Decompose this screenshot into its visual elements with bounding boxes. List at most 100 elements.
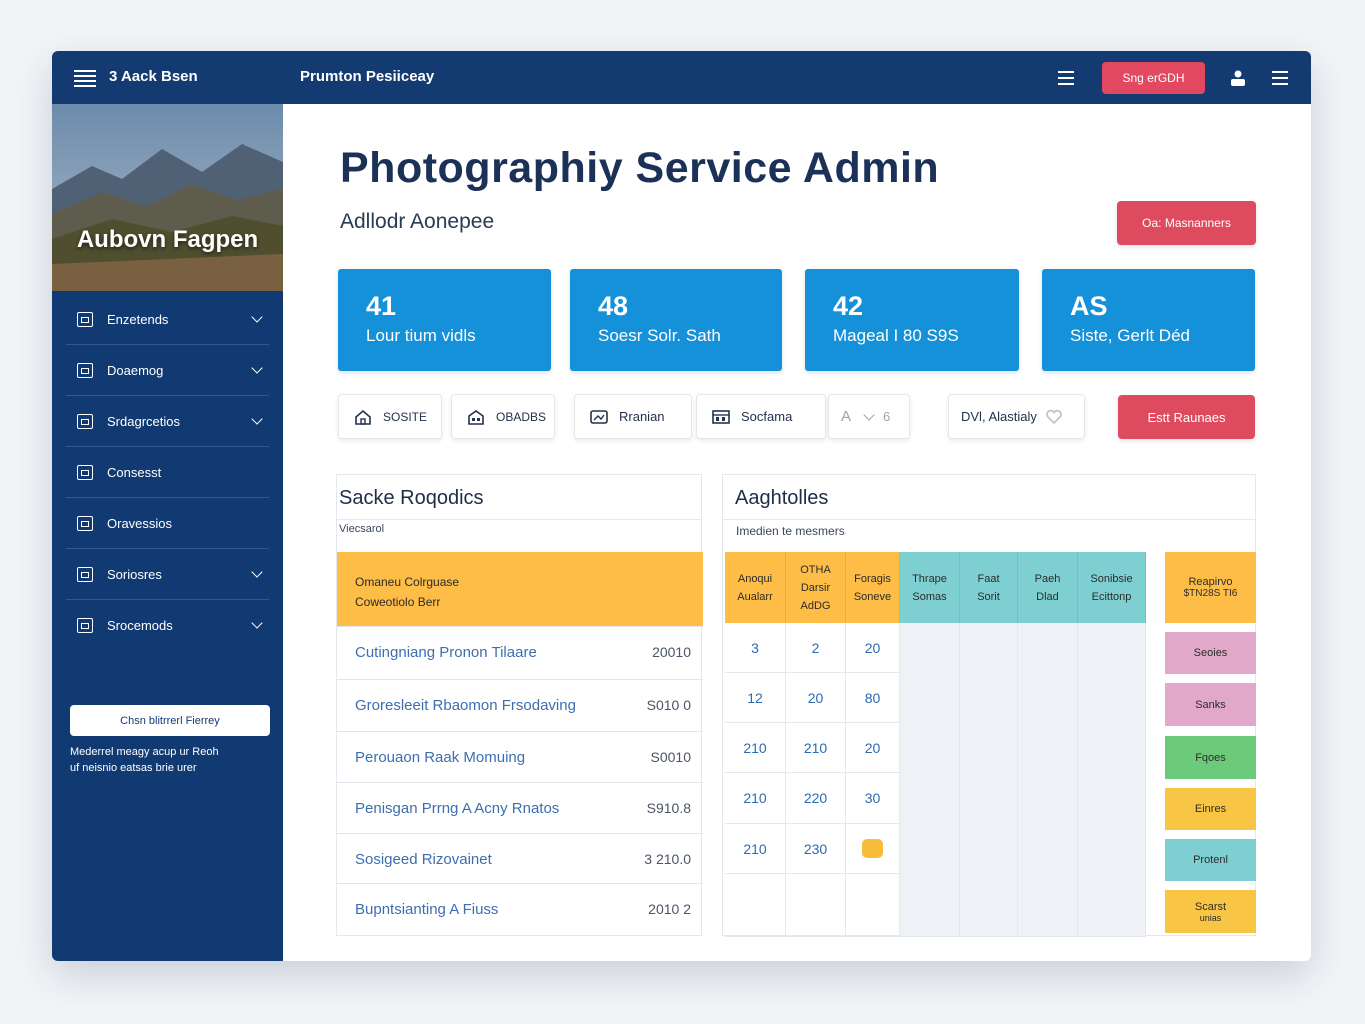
- grid-cell[interactable]: 230: [786, 824, 846, 874]
- tag-badge[interactable]: Fqoes: [1165, 736, 1256, 779]
- filter-chip-socfama[interactable]: Socfama: [696, 394, 826, 439]
- sidebar-item-1[interactable]: Enzetends: [66, 294, 269, 345]
- grid-cell[interactable]: [846, 874, 900, 937]
- grid-cell[interactable]: 80: [846, 673, 900, 723]
- sidebar-item-3[interactable]: Srdagrcetios: [66, 396, 269, 447]
- row-amount: 20010: [652, 644, 691, 660]
- sidebar-item-6[interactable]: Soriosres: [66, 549, 269, 600]
- more-menu-icon[interactable]: [1272, 71, 1288, 85]
- grid-column-empty[interactable]: [1018, 623, 1078, 937]
- row-amount: 3 210.0: [644, 851, 691, 867]
- stat-label: Soesr Solr. Sath: [598, 326, 721, 345]
- sidebar-item-label: Consesst: [107, 464, 162, 480]
- grid-cell[interactable]: [786, 874, 846, 937]
- sidebar-item-4[interactable]: Consesst: [66, 447, 269, 498]
- table-header-line: Coweotiolo Berr: [355, 595, 441, 609]
- nav-item-icon: [77, 311, 93, 327]
- top-bar: 3 Aack Bsen Prumton Pesiiceay Sng erGDH: [52, 51, 1311, 104]
- grid-cell[interactable]: 30: [846, 773, 900, 824]
- stat-card-4[interactable]: AS Siste, Gerlt Déd: [1042, 269, 1255, 371]
- row-amount: S0010: [650, 749, 691, 765]
- grid-cell[interactable]: 210: [725, 824, 786, 874]
- panel-title: Aaghtolles: [735, 487, 829, 509]
- table-row[interactable]: Sosigeed Rizovainet 3 210.0: [337, 833, 703, 884]
- stat-card-3[interactable]: 42 Mageal I 80 S9S: [805, 269, 1019, 371]
- save-button[interactable]: Estt Raunaes: [1118, 395, 1255, 439]
- table-row[interactable]: Bupntsianting A Fiuss 2010 2: [337, 883, 703, 934]
- sidebar-item-2[interactable]: Doaemog: [66, 345, 269, 396]
- tag-line: $TN28S TI6: [1183, 588, 1238, 599]
- app-brand[interactable]: 3 Aack Bsen: [109, 68, 198, 85]
- stat-card-2[interactable]: 48 Soesr Solr. Sath: [570, 269, 782, 371]
- status-marker: [862, 839, 883, 858]
- tag-badge[interactable]: Reapirvo $TN28S TI6: [1165, 552, 1256, 623]
- stat-label: Mageal I 80 S9S: [833, 326, 959, 345]
- filter-chip-sort[interactable]: A 6: [828, 394, 910, 439]
- tag-badge[interactable]: Sanks: [1165, 683, 1256, 726]
- grid-header[interactable]: OTHA Darsir AdDG: [786, 552, 846, 623]
- table-row[interactable]: Perouaon Raak Momuing S0010: [337, 731, 703, 782]
- nav-item-icon: [77, 362, 93, 378]
- grid-cell[interactable]: [846, 824, 900, 874]
- sidebar-note-line: Mederrel meagy acup ur Reoh: [70, 746, 219, 758]
- sidebar-item-7[interactable]: Srocemods: [66, 600, 269, 651]
- chip-label: DVl, Alastialy: [961, 409, 1037, 424]
- grid-header[interactable]: Faat Sorit: [960, 552, 1018, 623]
- grid-column-empty[interactable]: [1078, 623, 1146, 937]
- chip-label: OBADBS: [496, 409, 547, 424]
- grid-header-line: Soneve: [853, 590, 892, 603]
- chevron-down-icon: [251, 617, 263, 629]
- grid-header-line: Faat: [977, 572, 1000, 585]
- grid-column-empty[interactable]: [960, 623, 1018, 937]
- tag-badge[interactable]: Einres: [1165, 788, 1256, 830]
- user-icon[interactable]: [1229, 69, 1247, 87]
- tag-badge[interactable]: Scarst unias: [1165, 890, 1256, 933]
- chip-label: Rranian: [619, 409, 665, 424]
- grid-cell[interactable]: 20: [846, 623, 900, 673]
- filter-chip-orders[interactable]: OBADBS: [451, 394, 555, 439]
- table-row[interactable]: Penisgan Prrng A Acny Rnatos S910.8: [337, 782, 703, 833]
- grid-header[interactable]: Anoqui Aualarr: [725, 552, 786, 623]
- filter-chip-alastialy[interactable]: DVl, Alastialy: [948, 394, 1085, 439]
- list-view-icon[interactable]: [1058, 71, 1074, 85]
- row-name: Penisgan Prrng A Acny Rnatos: [355, 799, 560, 817]
- page-title: Photographiy Service Admin: [340, 144, 940, 192]
- divider: [337, 519, 701, 520]
- grid-cell[interactable]: 2: [786, 623, 846, 673]
- tag-badge[interactable]: Protenl: [1165, 839, 1256, 881]
- grid-cell[interactable]: 210: [786, 723, 846, 773]
- topbar-action-button[interactable]: Sng erGDH: [1102, 62, 1205, 94]
- nav-item-icon: [77, 464, 93, 480]
- grid-cell[interactable]: 20: [786, 673, 846, 723]
- nav-item-icon: [77, 515, 93, 531]
- sidebar-action-button[interactable]: Chsn blitrrerl Fierrey: [70, 705, 270, 736]
- nav-item-icon: [77, 618, 93, 633]
- grid-cell[interactable]: [725, 874, 786, 937]
- grid-cell[interactable]: 12: [725, 673, 786, 723]
- stat-card-1[interactable]: 41 Lour tium vidls: [338, 269, 551, 371]
- stat-value: AS: [1070, 291, 1108, 321]
- grid-cell[interactable]: 3: [725, 623, 786, 673]
- filter-chip-ranian[interactable]: Rranian: [574, 394, 692, 439]
- grid-header[interactable]: Sonibsie Ecittonp: [1078, 552, 1146, 623]
- stat-label: Lour tium vidls: [366, 326, 476, 345]
- page-subtitle: Adllodr Aonepee: [340, 210, 495, 233]
- grid-column-empty[interactable]: [900, 623, 960, 937]
- grid-header[interactable]: Paeh Dlad: [1018, 552, 1078, 623]
- filter-chip-site[interactable]: SOSITE: [338, 394, 442, 439]
- managers-button[interactable]: Oa: Masnanners: [1117, 201, 1256, 245]
- sidebar-item-5[interactable]: Oravessios: [66, 498, 269, 549]
- app-window: 3 Aack Bsen Prumton Pesiiceay Sng erGDH: [52, 51, 1311, 961]
- grid-header-line: Paeh: [1034, 572, 1061, 585]
- grid-header[interactable]: Thrape Somas: [900, 552, 960, 623]
- grid-header[interactable]: Foragis Soneve: [846, 552, 900, 623]
- hamburger-menu-icon[interactable]: [74, 70, 96, 87]
- grid-cell[interactable]: 20: [846, 723, 900, 773]
- table-row[interactable]: Groresleeit Rbaomon Frsodaving S010 0: [337, 679, 703, 730]
- building-icon: [468, 409, 484, 425]
- grid-cell[interactable]: 220: [786, 773, 846, 824]
- tag-badge[interactable]: Seoies: [1165, 632, 1256, 674]
- table-row[interactable]: Cutingniang Pronon Tilaare 20010: [337, 626, 703, 677]
- grid-cell[interactable]: 210: [725, 773, 786, 824]
- grid-cell[interactable]: 210: [725, 723, 786, 773]
